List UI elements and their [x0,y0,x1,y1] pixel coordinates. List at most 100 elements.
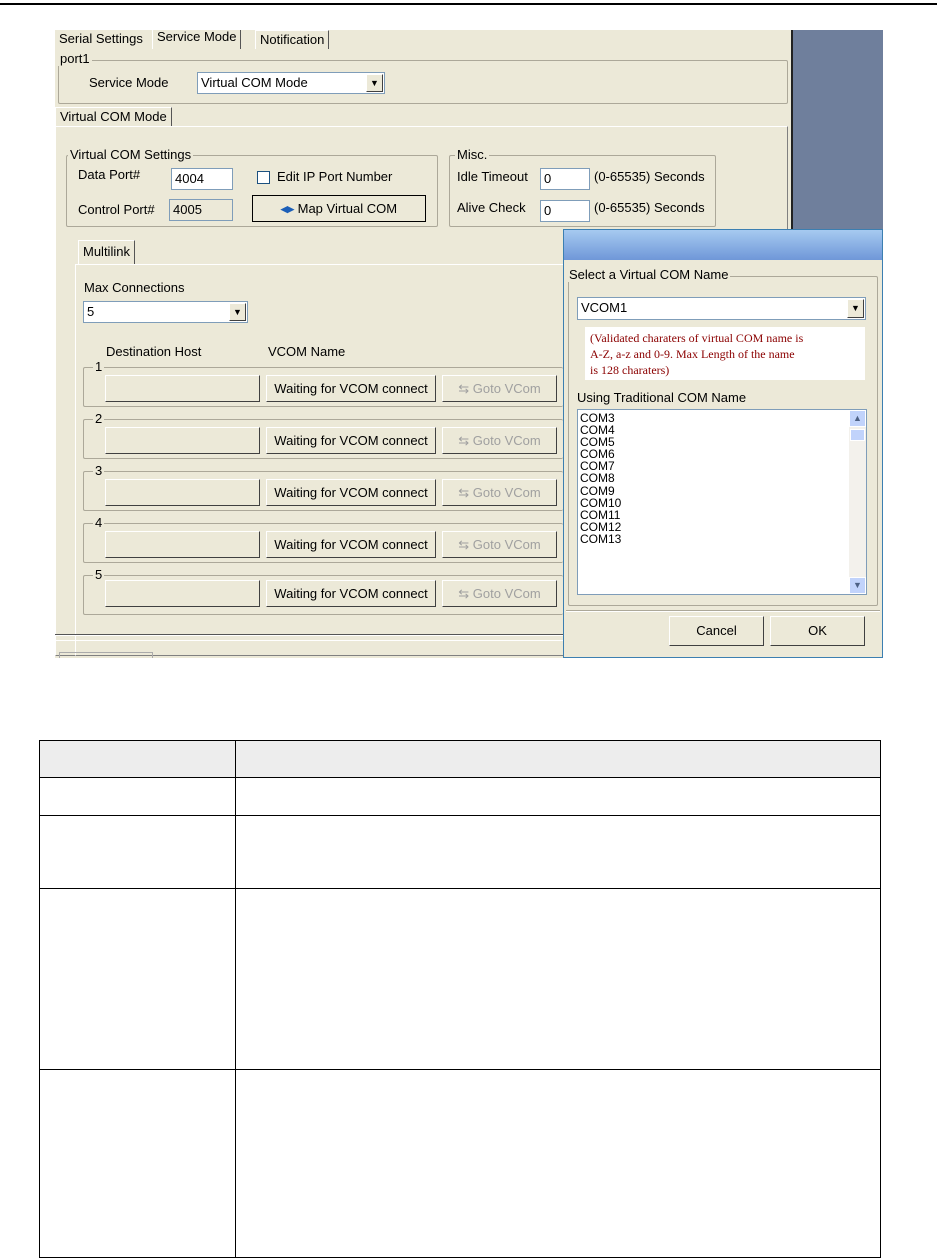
service-mode-label: Service Mode [89,75,169,90]
chevron-down-icon[interactable]: ▼ [847,299,864,318]
list-item[interactable]: COM12 [578,521,866,533]
dialog-titlebar[interactable] [564,230,882,260]
arrows-icon: ◂▸ [280,201,294,216]
listbox-scrollbar[interactable]: ▲ ▼ [849,410,866,594]
vcom-name-select[interactable]: VCOM1 ▼ [577,297,866,320]
idle-timeout-input[interactable]: 0 [540,168,590,190]
goto-vcom-label: Goto VCom [472,381,541,396]
validation-note: (Validated charaters of virtual COM name… [585,327,865,380]
swap-arrows-icon: ⇆ [458,381,470,396]
table-cell [40,741,236,777]
table-cell [236,889,880,1069]
vcom-settings-label: Virtual COM Settings [68,147,194,162]
destination-host-field[interactable] [105,375,260,402]
alive-check-label: Alive Check [457,200,526,215]
dialog-separator [566,610,880,612]
edit-ip-port-label: Edit IP Port Number [277,169,393,184]
table-cell [40,816,236,888]
goto-vcom-label: Goto VCom [472,433,541,448]
max-connections-select[interactable]: 5 ▼ [83,301,248,323]
connection-row-number: 2 [93,411,105,426]
table-cell [40,1070,236,1257]
connection-row-number: 1 [93,359,105,374]
com-listbox[interactable]: COM3 COM4 COM5 COM6 COM7 COM8 COM9 COM10 COM11 CO… [577,409,867,595]
com-list: COM3 COM4 COM5 COM6 COM7 COM8 COM9 COM10 COM11 CO… [578,410,866,545]
service-mode-value: Virtual COM Mode [201,75,308,90]
list-item[interactable]: COM4 [578,424,866,436]
swap-arrows-icon: ⇆ [458,433,470,448]
table-cell [236,778,880,815]
vcom-name-button[interactable]: Waiting for VCOM connect [266,479,436,506]
goto-vcom-button[interactable]: ⇆ Goto VCom [442,580,557,607]
ok-button[interactable]: OK [770,616,865,646]
connection-row-number: 3 [93,463,105,478]
goto-vcom-label: Goto VCom [472,485,541,500]
max-connections-label: Max Connections [84,280,185,295]
port-group-label: port1 [58,51,92,66]
table-row [40,777,880,815]
table-row [40,888,880,1069]
vcom-name-button[interactable]: Waiting for VCOM connect [266,580,436,607]
table-cell [40,778,236,815]
list-item[interactable]: COM3 [578,412,866,424]
chevron-down-icon[interactable]: ▼ [366,74,383,92]
top-rule [0,3,937,5]
map-virtual-com-button[interactable]: ◂▸ Map Virtual COM [252,195,426,222]
alive-check-range: (0-65535) Seconds [594,200,705,215]
chevron-down-icon[interactable]: ▼ [229,303,246,321]
table-cell [236,741,880,777]
destination-host-field[interactable] [105,427,260,454]
table-header-row [40,741,880,777]
vcom-name-button[interactable]: Waiting for VCOM connect [266,427,436,454]
edit-ip-port-checkbox[interactable] [257,171,270,184]
destination-host-field[interactable] [105,479,260,506]
destination-host-header: Destination Host [106,344,202,359]
tab-multilink[interactable]: Multilink [78,240,135,264]
select-vcom-label: Select a Virtual COM Name [567,267,731,282]
bottom-tab-stub [59,652,153,658]
destination-host-field[interactable] [105,580,260,607]
goto-vcom-button[interactable]: ⇆ Goto VCom [442,375,557,402]
vcom-name-button[interactable]: Waiting for VCOM connect [266,531,436,558]
goto-vcom-button[interactable]: ⇆ Goto VCom [442,479,557,506]
tab-serial-settings[interactable]: Serial Settings [55,30,147,49]
parameter-table [39,740,881,1258]
control-port-input: 4005 [169,199,233,221]
map-virtual-com-label: Map Virtual COM [297,201,398,216]
list-item[interactable]: COM5 [578,436,866,448]
destination-host-field[interactable] [105,531,260,558]
vcom-name-button[interactable]: Waiting for VCOM connect [266,375,436,402]
list-item[interactable]: COM6 [578,448,866,460]
select-vcom-dialog: Select a Virtual COM Name VCOM1 ▼ (Valid… [563,229,883,658]
scroll-down-icon[interactable]: ▼ [849,577,866,594]
vcom-name-value: VCOM1 [581,300,628,315]
tab-virtual-com-mode[interactable]: Virtual COM Mode [55,107,172,126]
traditional-com-label: Using Traditional COM Name [577,390,747,405]
tab-service-mode[interactable]: Service Mode [152,30,242,49]
table-row [40,815,880,888]
tab-notification[interactable]: Notification [255,30,330,49]
connection-row-number: 5 [93,567,105,582]
goto-vcom-button[interactable]: ⇆ Goto VCom [442,427,557,454]
list-item[interactable]: COM11 [578,509,866,521]
list-item[interactable]: COM13 [578,533,866,545]
connection-row-number: 4 [93,515,105,530]
list-item[interactable]: COM9 [578,485,866,497]
goto-vcom-label: Goto VCom [472,586,541,601]
idle-timeout-label: Idle Timeout [457,169,528,184]
idle-timeout-range: (0-65535) Seconds [594,169,705,184]
data-port-input[interactable]: 4004 [171,168,233,190]
scroll-thumb[interactable] [850,429,865,441]
list-item[interactable]: COM7 [578,460,866,472]
alive-check-input[interactable]: 0 [540,200,590,222]
list-item[interactable]: COM10 [578,497,866,509]
cancel-button[interactable]: Cancel [669,616,764,646]
control-port-label: Control Port# [78,202,155,217]
goto-vcom-button[interactable]: ⇆ Goto VCom [442,531,557,558]
scroll-up-icon[interactable]: ▲ [849,410,866,427]
table-row [40,1069,880,1257]
service-mode-select[interactable]: Virtual COM Mode ▼ [197,72,385,94]
max-connections-value: 5 [87,304,95,319]
list-item[interactable]: COM8 [578,472,866,484]
swap-arrows-icon: ⇆ [458,485,470,500]
